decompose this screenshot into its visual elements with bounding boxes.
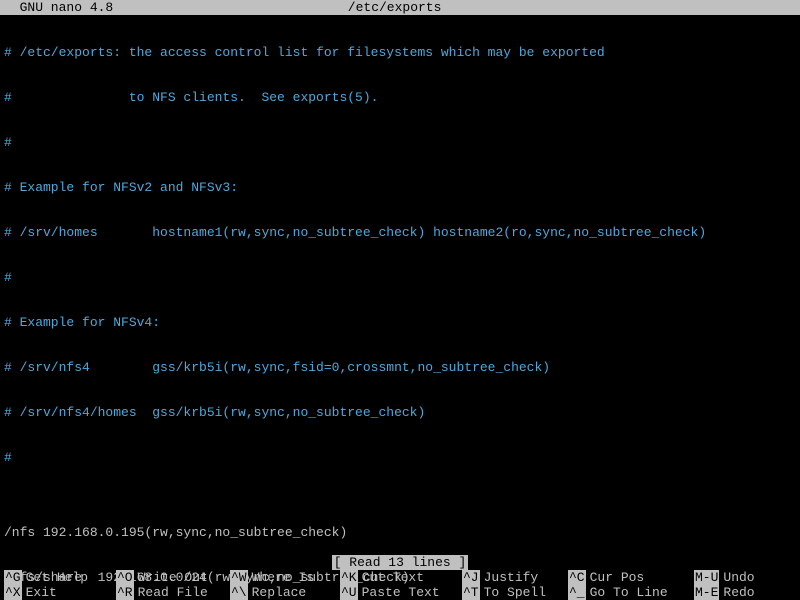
file-line: # /srv/homes hostname1(rw,sync,no_subtre…	[4, 225, 796, 240]
shortcut-to-spell[interactable]: ^TTo Spell	[462, 585, 568, 600]
shortcut-undo[interactable]: M-UUndo	[694, 570, 778, 585]
shortcut-redo[interactable]: M-ERedo	[694, 585, 778, 600]
file-line: # Example for NFSv2 and NFSv3:	[4, 180, 796, 195]
shortcut-justify[interactable]: ^JJustify	[462, 570, 568, 585]
shortcut-paste-text[interactable]: ^UPaste Text	[340, 585, 462, 600]
title-bar: GNU nano 4.8 /etc/exports	[0, 0, 800, 15]
shortcut-read-file[interactable]: ^RRead File	[116, 585, 230, 600]
file-line: #	[4, 270, 796, 285]
file-line: #	[4, 450, 796, 465]
shortcut-write-out[interactable]: ^OWrite Out	[116, 570, 230, 585]
file-line: # to NFS clients. See exports(5).	[4, 90, 796, 105]
editor-content[interactable]: # /etc/exports: the access control list …	[0, 15, 800, 600]
shortcut-go-to-line[interactable]: ^_Go To Line	[568, 585, 694, 600]
file-line: #	[4, 135, 796, 150]
shortcut-replace[interactable]: ^\Replace	[230, 585, 340, 600]
file-line: # Example for NFSv4:	[4, 315, 796, 330]
shortcut-cur-pos[interactable]: ^CCur Pos	[568, 570, 694, 585]
status-message: [ Read 13 lines ]	[0, 555, 800, 570]
shortcut-exit[interactable]: ^XExit	[4, 585, 116, 600]
file-path: /etc/exports	[0, 0, 796, 15]
file-line: # /srv/nfs4 gss/krb5i(rw,sync,fsid=0,cro…	[4, 360, 796, 375]
shortcut-bar: ^GGet Help ^OWrite Out ^WWhere Is ^KCut …	[0, 570, 800, 600]
file-line: # /srv/nfs4/homes gss/krb5i(rw,sync,no_s…	[4, 405, 796, 420]
shortcut-cut-text[interactable]: ^KCut Text	[340, 570, 462, 585]
file-line: /nfs 192.168.0.195(rw,sync,no_subtree_ch…	[4, 525, 796, 540]
file-line: # /etc/exports: the access control list …	[4, 45, 796, 60]
shortcut-get-help[interactable]: ^GGet Help	[4, 570, 116, 585]
shortcut-row: ^XExit ^RRead File ^\Replace ^UPaste Tex…	[4, 585, 796, 600]
shortcut-row: ^GGet Help ^OWrite Out ^WWhere Is ^KCut …	[4, 570, 796, 585]
shortcut-where-is[interactable]: ^WWhere Is	[230, 570, 340, 585]
